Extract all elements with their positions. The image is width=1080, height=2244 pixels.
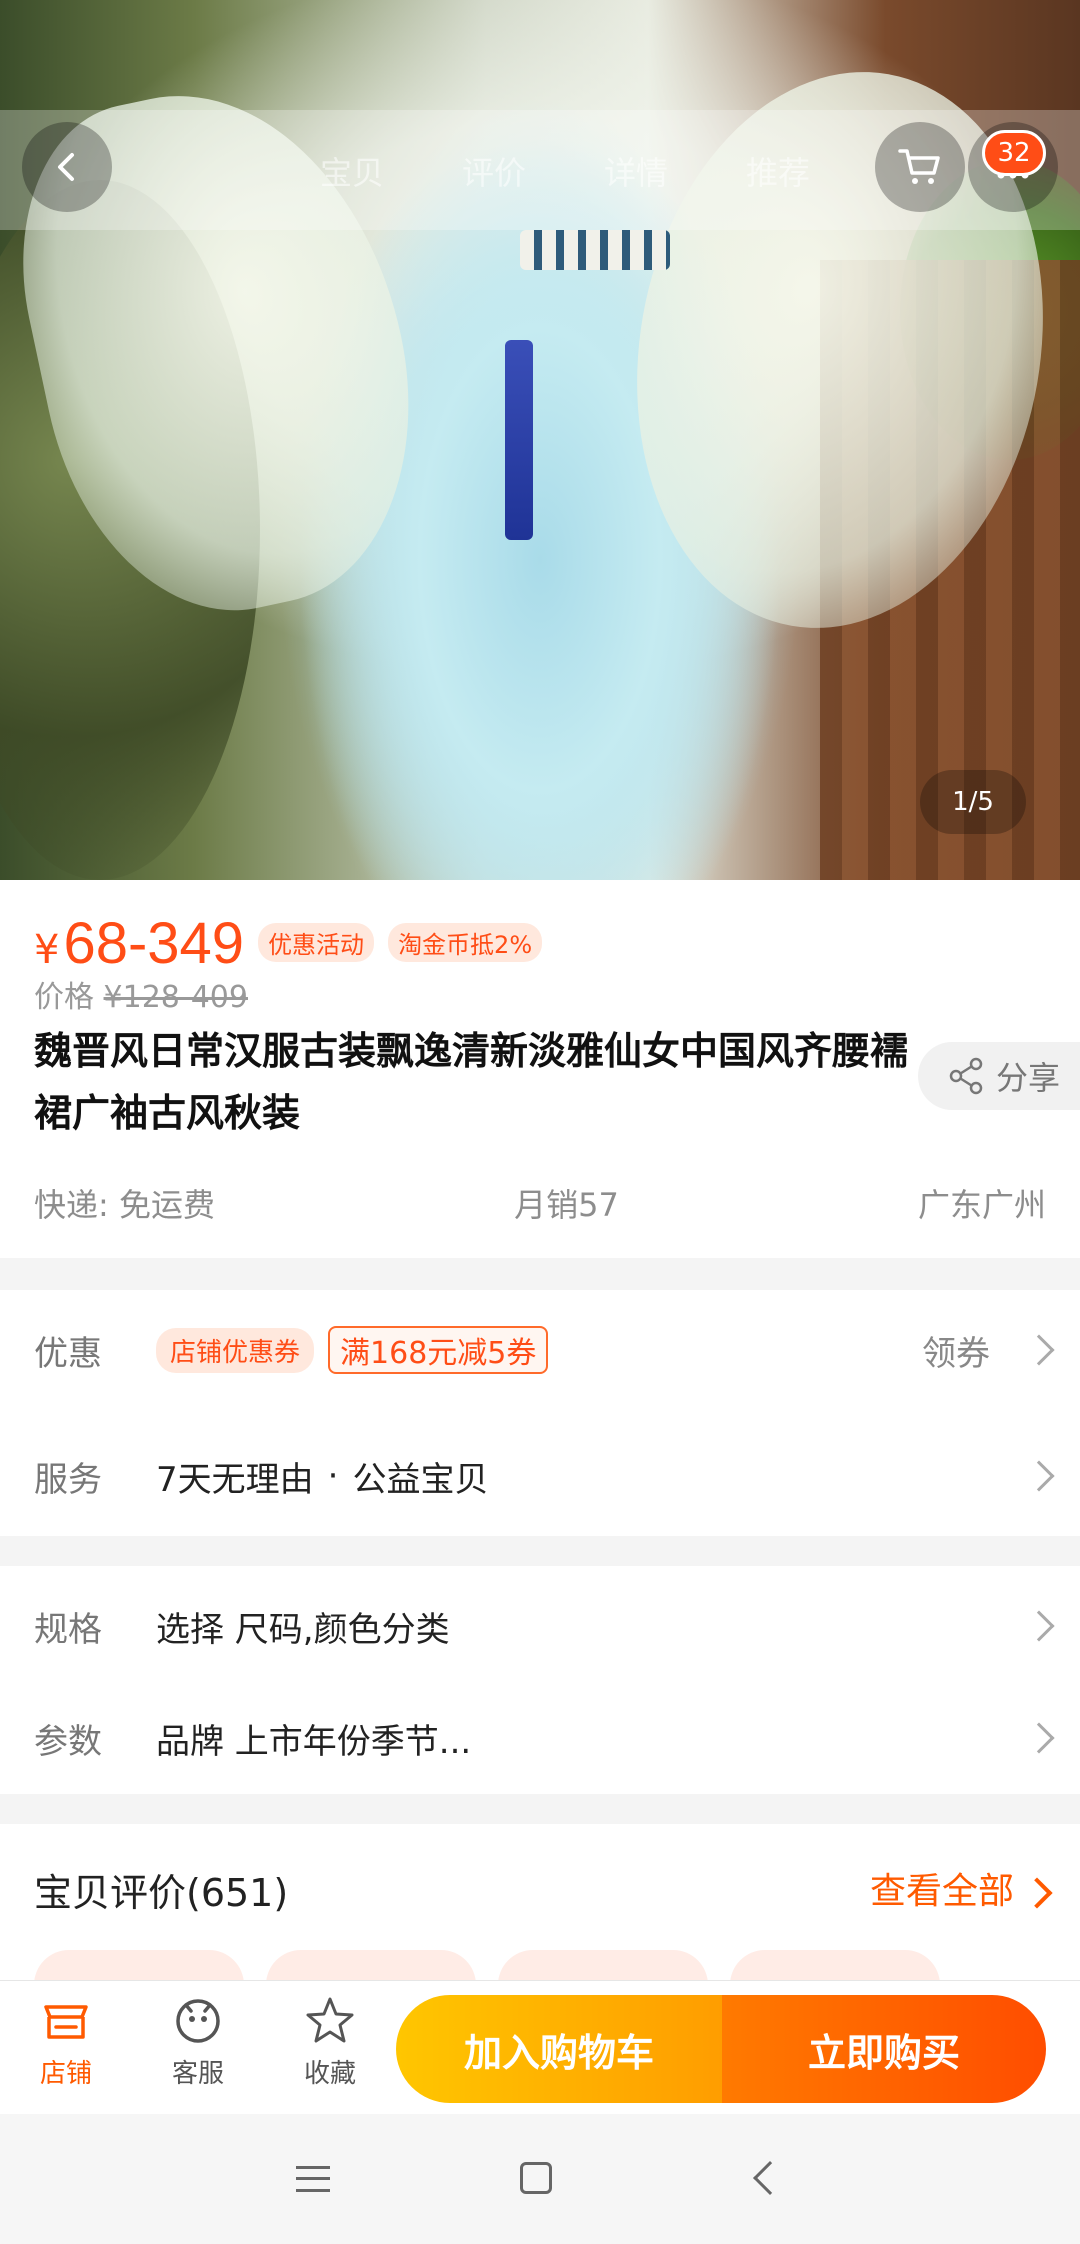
spec-value: 选择 尺码,颜色分类 [156,1609,450,1650]
share-button[interactable]: 分享 [918,1042,1080,1110]
reviews-section: 宝贝评价(651) 查看全部 [0,1824,1080,1984]
system-nav-bar [0,2114,1080,2244]
tab-details[interactable]: 详情 [604,148,668,194]
home-icon[interactable] [520,2162,552,2194]
price-row: ¥ 68-349 优惠活动 淘金币抵2% [34,910,543,977]
share-icon [949,1057,983,1095]
promo-body: 店铺优惠券 满168元减5券 [156,1326,549,1374]
service-body: 7天无理由 · 公益宝贝 [156,1452,488,1501]
promo-row[interactable]: 优惠 店铺优惠券 满168元减5券 领券 [0,1290,1080,1410]
buy-now-button[interactable]: 立即购买 [722,1995,1046,2103]
product-image-carousel[interactable]: 宝贝 评价 详情 推荐 32 1/5 [0,0,1080,880]
service-item: 公益宝贝 [352,1459,489,1500]
share-label: 分享 [996,1059,1061,1097]
chevron-left-icon [58,153,74,181]
coupon-value: 满168元减5券 [328,1326,549,1374]
favorite-label: 收藏 [303,2059,356,2089]
chat-bot-icon [176,1999,220,2043]
spec-label: 规格 [34,1609,102,1650]
back-button[interactable] [22,122,112,212]
shopping-cart-icon [898,149,940,184]
store-label: 店铺 [39,2059,92,2089]
chevron-right-icon [1021,1877,1053,1909]
customer-service-label: 客服 [171,2059,224,2089]
spec-section: 规格 选择 尺码,颜色分类 参数 品牌 上市年份季节... [0,1566,1080,1794]
cart-button[interactable] [875,122,965,212]
store-icon [44,2005,88,2039]
product-title: 魏晋风日常汉服古装飘逸清新淡雅仙女中国风齐腰襦裙广袖古风秋装 [34,1029,909,1135]
promo-tag[interactable]: 优惠活动 [258,923,375,962]
coin-tag[interactable]: 淘金币抵2% [388,923,543,962]
image-counter: 1/5 [920,770,1026,834]
menu-icon[interactable] [296,2166,330,2192]
chevron-right-icon [1023,1722,1055,1754]
review-tag-chips [34,1950,940,1984]
tab-reviews[interactable]: 评价 [462,148,526,194]
promo-service-section: 优惠 店铺优惠券 满168元减5券 领券 服务 7天无理由 · 公益宝贝 [0,1290,1080,1536]
spec-row[interactable]: 规格 选择 尺码,颜色分类 [0,1566,1080,1686]
shipping-meta-row: 快递: 免运费 月销57 广东广州 [34,1180,1046,1226]
cart-count-badge: 32 [982,130,1046,176]
service-separator: · [327,1456,339,1496]
get-coupon-link[interactable]: 领券 [922,1326,990,1375]
review-tag-chip[interactable] [498,1950,708,1984]
review-tag-chip[interactable] [730,1950,940,1984]
favorite-button[interactable]: 收藏 [270,1993,390,2090]
original-price: 价格 ¥128-409 [34,972,248,1016]
dress-tassel [505,340,533,540]
tab-item[interactable]: 宝贝 [320,148,384,194]
add-to-cart-button[interactable]: 加入购物车 [396,1995,722,2103]
store-button[interactable]: 店铺 [6,1993,126,2090]
params-row[interactable]: 参数 品牌 上市年份季节... [0,1678,1080,1798]
original-price-label: 价格 [34,980,94,1015]
service-item: 7天无理由 [156,1459,314,1500]
ship-location: 广东广州 [917,1186,1046,1224]
shipping-info: 快递: 免运费 [34,1186,215,1224]
bottom-action-bar: 店铺 客服 收藏 加入购物车 立即购买 [0,1980,1080,2114]
currency-symbol: ¥ [34,927,60,973]
dress-belt [520,230,670,270]
reviews-title: 宝贝评价(651) [34,1871,289,1915]
tab-recommend[interactable]: 推荐 [746,148,810,194]
customer-service-button[interactable]: 客服 [138,1993,258,2090]
monthly-sales: 月销57 [514,1186,619,1224]
service-label: 服务 [34,1459,102,1500]
original-price-value: ¥128-409 [103,980,248,1015]
store-coupon-chip: 店铺优惠券 [156,1327,315,1373]
service-row[interactable]: 服务 7天无理由 · 公益宝贝 [0,1416,1080,1536]
review-tag-chip[interactable] [266,1950,476,1984]
review-tag-chip[interactable] [34,1950,244,1984]
params-value: 品牌 上市年份季节... [156,1721,472,1762]
price-value: 68-349 [63,911,245,976]
params-label: 参数 [34,1721,102,1762]
chevron-right-icon [1023,1334,1055,1366]
star-icon [306,1997,354,2043]
product-info-section: ¥ 68-349 优惠活动 淘金币抵2% 价格 ¥128-409 魏晋风日常汉服… [0,880,1080,1258]
promo-label: 优惠 [34,1333,102,1374]
chevron-right-icon [1023,1610,1055,1642]
chevron-right-icon [1023,1460,1055,1492]
view-all-reviews-link[interactable]: 查看全部 [870,1862,1014,1914]
back-arrow-icon[interactable] [753,2161,787,2195]
top-tabs: 宝贝 评价 详情 推荐 [320,148,810,194]
